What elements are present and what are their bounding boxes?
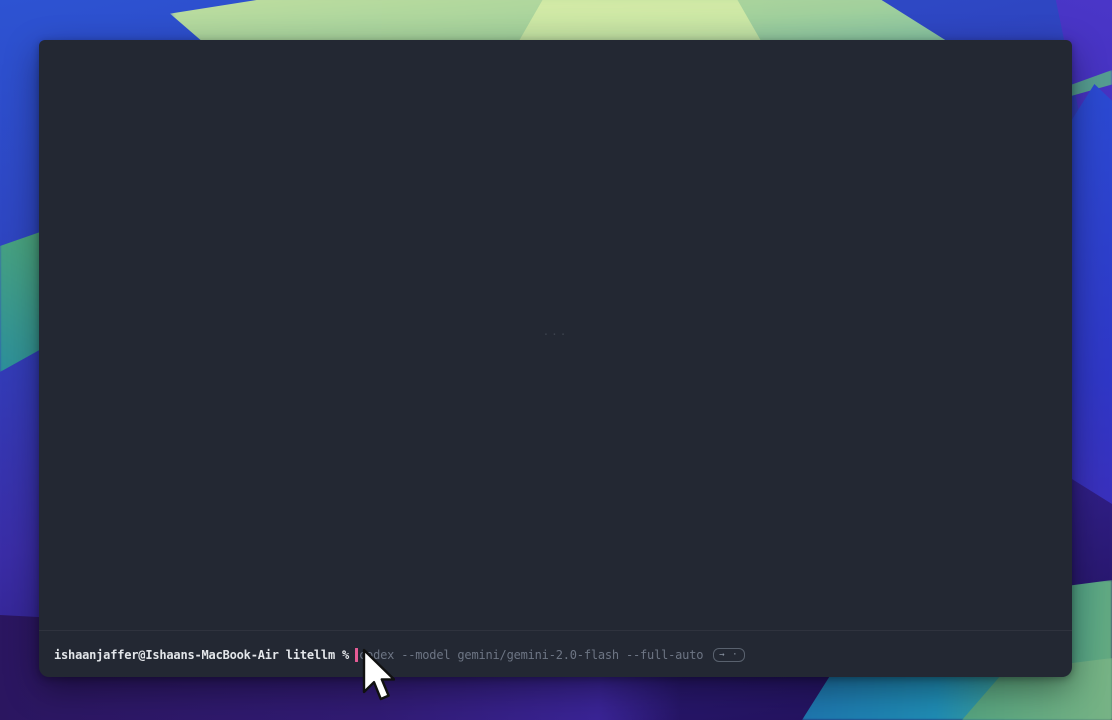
prompt-divider-line bbox=[39, 630, 1072, 631]
terminal-output-area: ... bbox=[39, 40, 1072, 630]
shell-prompt-label: ishaanjaffer@Ishaans-MacBook-Air litellm… bbox=[54, 647, 349, 663]
text-caret bbox=[355, 648, 358, 662]
faint-ellipsis-text: ... bbox=[543, 325, 569, 338]
accept-suggestion-hint-badge: → · bbox=[713, 648, 744, 662]
wallpaper-layer-right-blue bbox=[1068, 84, 1112, 504]
arrow-pointer-icon bbox=[361, 648, 395, 704]
terminal-window[interactable]: ... ishaanjaffer@Ishaans-MacBook-Air lit… bbox=[39, 40, 1072, 677]
command-prompt-line[interactable]: ishaanjaffer@Ishaans-MacBook-Air litellm… bbox=[54, 647, 1062, 663]
autosuggestion-command-text: codex --model gemini/gemini-2.0-flash --… bbox=[359, 647, 703, 663]
